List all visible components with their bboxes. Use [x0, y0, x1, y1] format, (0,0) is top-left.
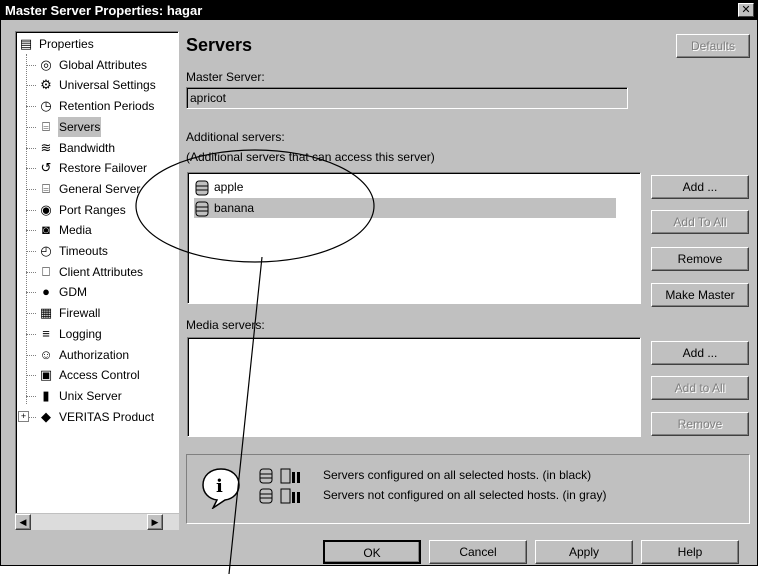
master-server-field: apricot — [186, 87, 628, 109]
server-icon: ⌸ — [42, 118, 50, 134]
tree-item-label: Media — [59, 223, 92, 238]
tree-item-label: Unix Server — [59, 388, 122, 403]
server-name: apple — [214, 180, 244, 194]
tree-item-label: Properties — [39, 37, 94, 51]
user-icon: ☺ — [39, 346, 53, 362]
media-servers-label: Media servers: — [186, 318, 265, 332]
additional-servers-hint: (Additional servers that can access this… — [186, 150, 435, 164]
tree-branch — [26, 85, 36, 87]
legend-gray-text: Servers not configured on all selected h… — [323, 488, 607, 502]
tree-item-label: GDM — [59, 285, 87, 300]
window-title: Master Server Properties: hagar — [5, 3, 203, 18]
server-list-item[interactable]: apple — [194, 177, 243, 197]
tree-branch — [26, 64, 36, 66]
apply-button[interactable]: Apply — [535, 540, 633, 564]
tree-item-label: Retention Periods — [59, 99, 155, 114]
tree-item-label: Bandwidth — [59, 140, 116, 155]
page-title: Servers — [186, 35, 253, 55]
log-icon: ≡ — [42, 325, 50, 341]
properties-window: Master Server Properties: hagar ✕ ▤ Prope… — [0, 0, 758, 566]
tree-item-label: General Server — [59, 181, 141, 196]
gdm-icon: ● — [42, 284, 50, 300]
server-status-icons — [259, 468, 300, 504]
unix-icon: ▮ — [42, 387, 50, 403]
info-icon: i — [202, 468, 240, 509]
tree-branch — [26, 375, 36, 377]
legend-panel: i Servers configured on all selected hos… — [186, 454, 750, 524]
tree-horizontal-scrollbar[interactable]: ◀ ▶ — [15, 513, 179, 530]
tree-branch — [26, 168, 36, 170]
clock-icon: ◷ — [40, 98, 52, 114]
scroll-right-icon[interactable]: ▶ — [147, 514, 163, 530]
tree-branch — [26, 126, 36, 128]
ok-button[interactable]: OK — [323, 540, 421, 564]
additional-servers-list[interactable]: apple banana — [187, 172, 641, 304]
tree-item-label: Timeouts — [59, 244, 108, 258]
add-server-button[interactable]: Add ... — [651, 175, 749, 199]
scroll-left-icon[interactable]: ◀ — [15, 514, 31, 530]
add-to-all-button[interactable]: Add To All — [651, 210, 749, 234]
add-media-server-button[interactable]: Add ... — [651, 341, 749, 365]
product-icon: ◆ — [41, 408, 51, 424]
database-icon — [195, 180, 209, 196]
tree-item-label: Universal Settings — [59, 78, 156, 93]
tree-branch — [26, 106, 36, 108]
database-icon — [195, 201, 209, 217]
tree-branch — [26, 313, 36, 315]
tree-branch — [26, 251, 36, 252]
globe-icon: ◎ — [40, 56, 52, 72]
svg-text:i: i — [216, 476, 223, 497]
properties-icon: ▤ — [19, 36, 33, 51]
port-icon: ◉ — [40, 201, 52, 217]
media-servers-list[interactable] — [187, 337, 641, 437]
tree-item-label: Access Control — [59, 368, 140, 383]
tree-item-label: VERITAS Product — [59, 409, 155, 424]
failover-icon: ↺ — [40, 160, 52, 176]
expand-icon[interactable]: + — [18, 410, 29, 422]
tree-branch — [26, 333, 36, 335]
bandwidth-icon: ≋ — [40, 139, 52, 155]
tree-item-label: Client Attributes — [59, 264, 144, 279]
cancel-button[interactable]: Cancel — [429, 540, 527, 564]
tree-branch — [26, 209, 36, 211]
help-button[interactable]: Help — [641, 540, 739, 564]
tree-item-label: Firewall — [59, 306, 101, 321]
tree-item-label: Global Attributes — [59, 57, 148, 72]
add-media-to-all-button[interactable]: Add to All — [651, 376, 749, 400]
title-bar[interactable]: Master Server Properties: hagar ✕ — [1, 1, 757, 20]
server-icon: ⌸ — [42, 180, 50, 196]
tree-branch — [26, 354, 36, 356]
legend-black-text: Servers configured on all selected hosts… — [323, 468, 592, 482]
access-icon: ▣ — [39, 367, 53, 383]
additional-servers-label: Additional servers: — [186, 130, 285, 144]
client-icon: ⎕ — [42, 263, 50, 279]
settings-icon: ⚙ — [40, 77, 52, 93]
server-list-item[interactable]: banana — [194, 198, 616, 218]
media-icon: ◙ — [42, 222, 50, 238]
firewall-icon: ▦ — [39, 305, 53, 321]
server-name: banana — [214, 201, 255, 215]
tree-branch — [26, 230, 36, 232]
tree-item-label: Logging — [59, 326, 102, 341]
master-server-label: Master Server: — [186, 70, 265, 84]
tree-item-label: Restore Failover — [59, 161, 148, 176]
remove-server-button[interactable]: Remove — [651, 247, 749, 271]
timer-icon: ◴ — [40, 243, 52, 258]
remove-media-server-button[interactable]: Remove — [651, 412, 749, 436]
tree-item-label: Port Ranges — [59, 202, 126, 217]
tree-branch — [26, 147, 36, 149]
close-icon[interactable]: ✕ — [738, 3, 754, 17]
tree-branch — [26, 188, 36, 190]
properties-tree[interactable]: ▤ Properties ◎ Global Attributes ⚙ Universal … — [15, 31, 179, 529]
make-master-button[interactable]: Make Master — [651, 283, 749, 307]
tree-branch — [26, 271, 36, 273]
defaults-button[interactable]: Defaults — [676, 34, 750, 58]
tree-branch — [26, 395, 36, 397]
tree-item-label: Authorization — [59, 347, 130, 362]
tree-item-label: Servers — [58, 116, 102, 137]
tree-branch — [26, 292, 36, 294]
